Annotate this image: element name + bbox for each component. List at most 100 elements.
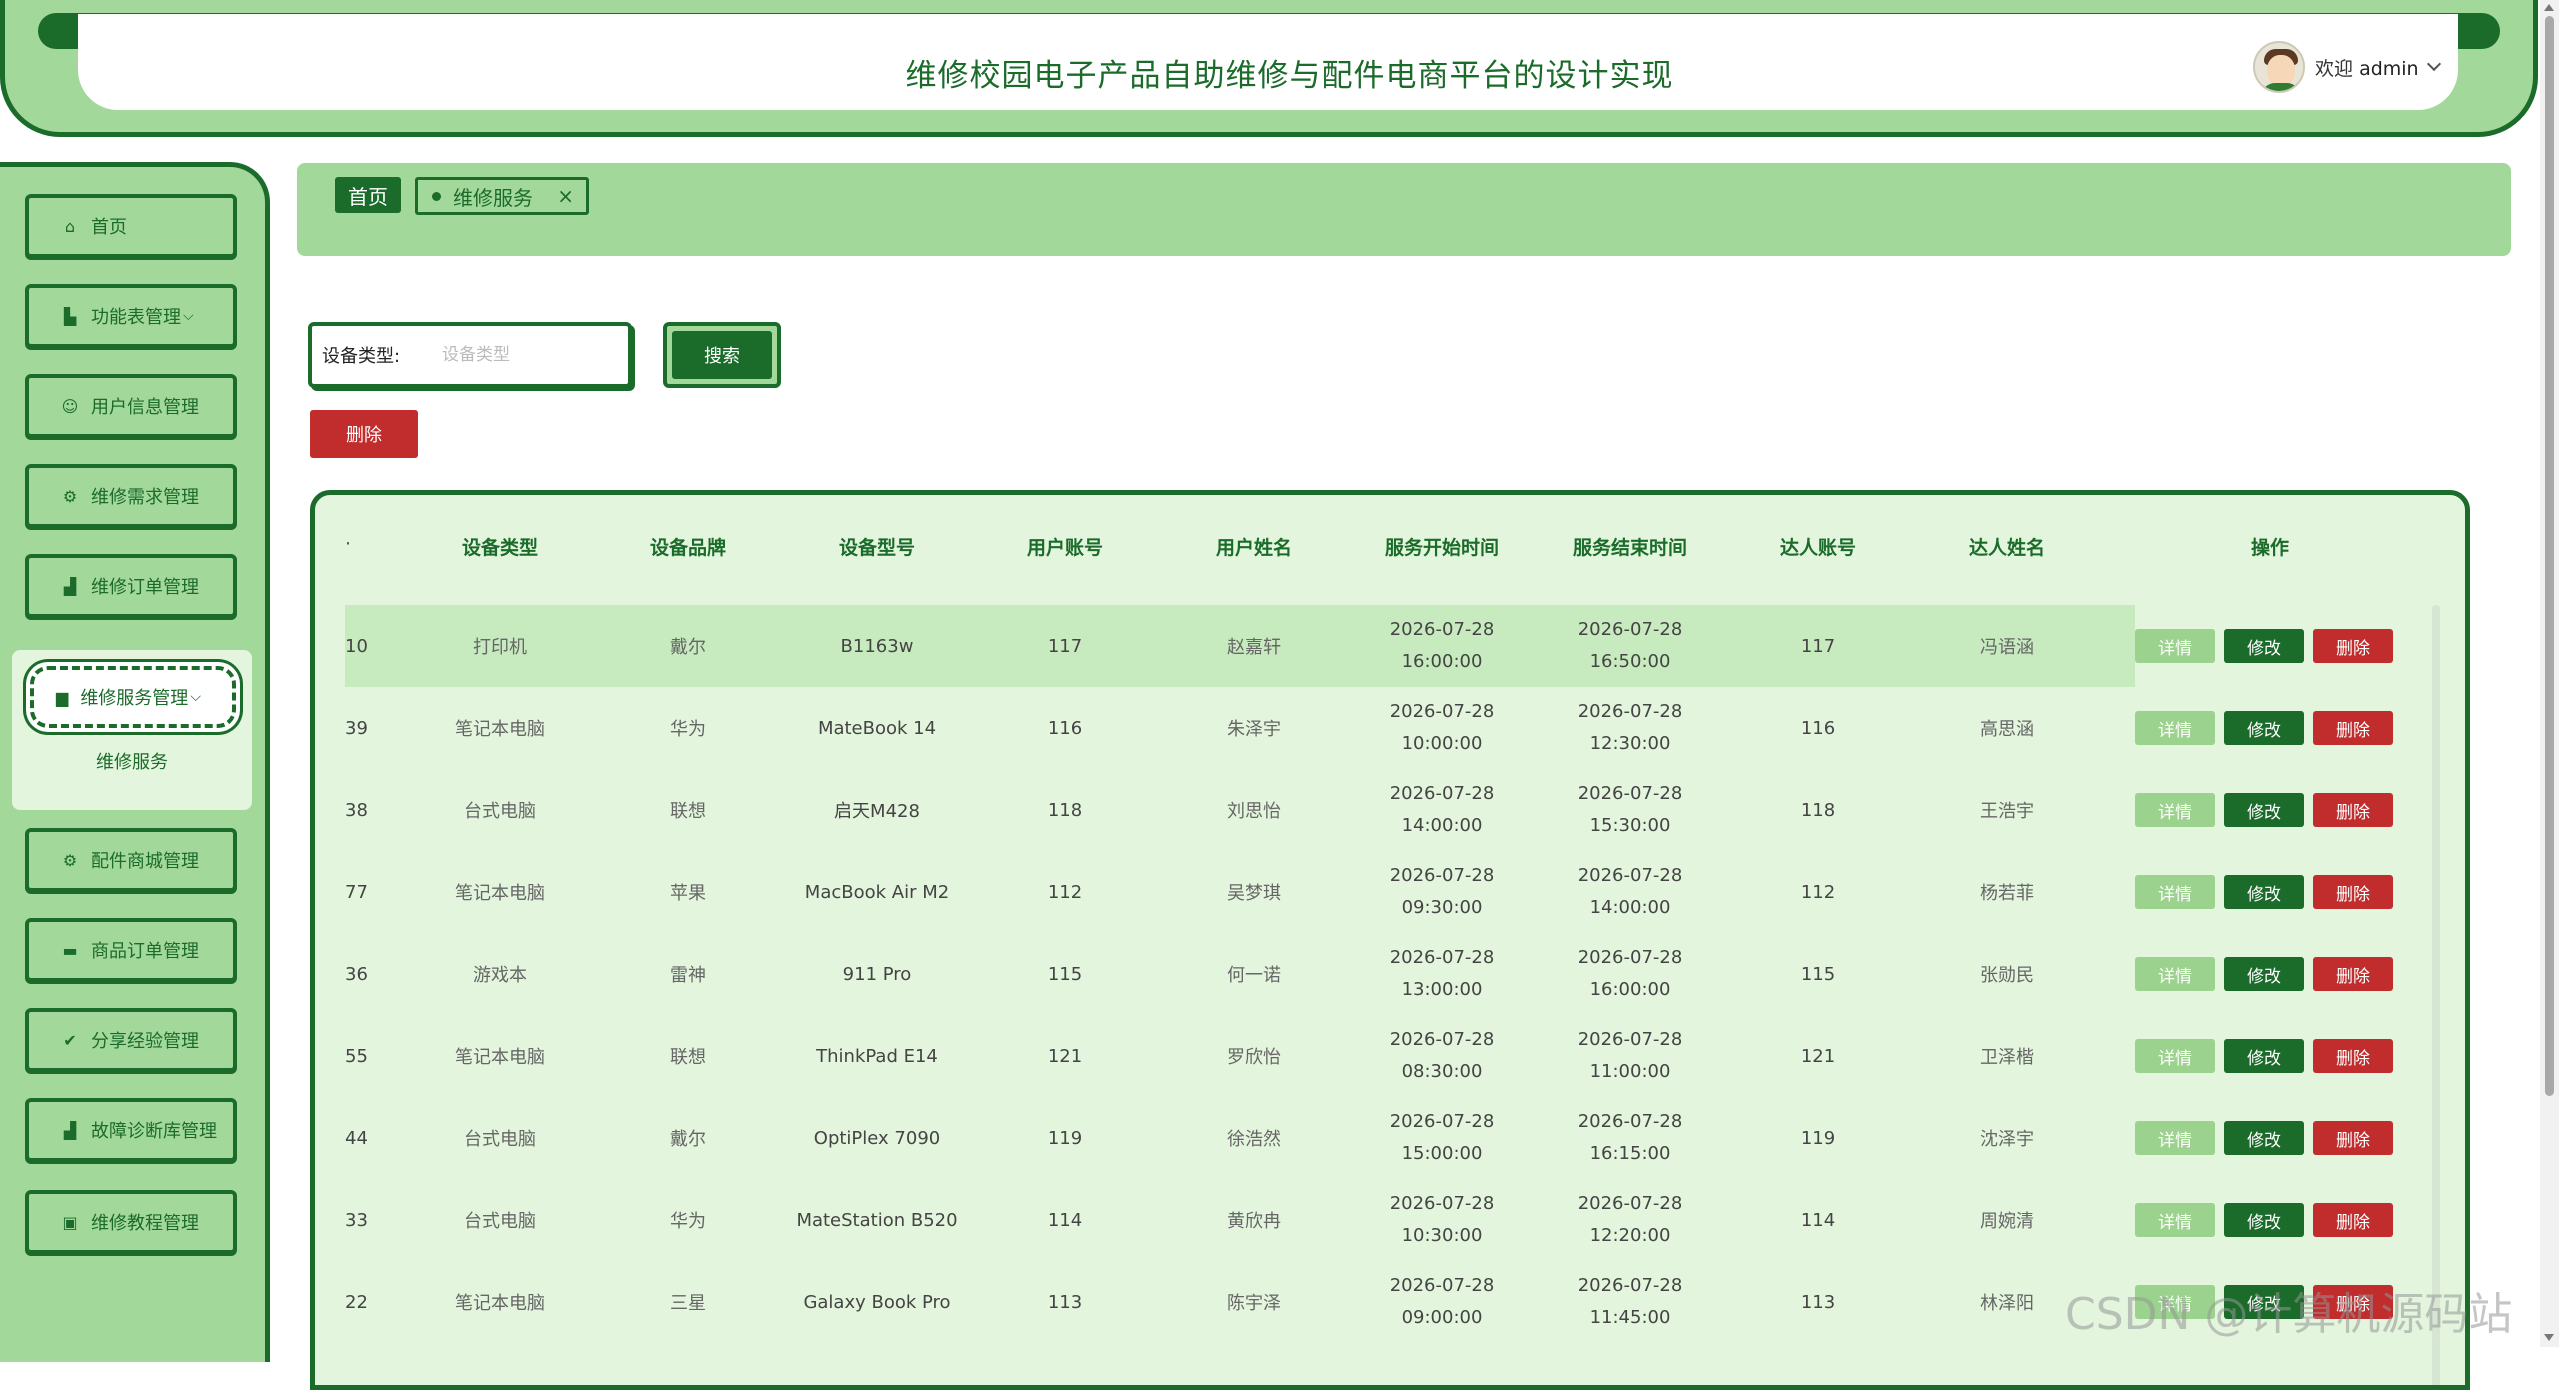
delete-button[interactable]: 删除 [2313,1203,2393,1237]
sidebar-item-repair-demand[interactable]: ⚙ 维修需求管理 [25,464,237,528]
table-cell-start: 2026-07-28 15:00:00 [1389,1111,1495,1164]
table-cell-model: Galaxy Book Pro [803,1291,951,1313]
column-header[interactable]: 设备类型 [462,533,538,560]
edit-button[interactable]: 修改 [2224,629,2304,663]
column-header[interactable]: 达人姓名 [1969,533,2045,560]
delete-button[interactable]: 删除 [2313,793,2393,827]
edit-button[interactable]: 修改 [2224,1039,2304,1073]
scroll-down-icon[interactable] [2544,1334,2554,1341]
column-header[interactable]: 操作 [2251,533,2289,560]
edit-button[interactable]: 修改 [2224,957,2304,991]
column-header[interactable]: 设备品牌 [650,533,726,560]
detail-button[interactable]: 详情 [2135,629,2215,663]
search-button[interactable]: 搜索 [663,322,781,388]
search-input[interactable] [442,345,612,365]
chevron-down-icon[interactable] [2426,56,2441,72]
table-cell-eacc: 118 [1800,799,1836,821]
sidebar-item-label: 维修教程管理 [91,1213,199,1234]
sidebar-item-repair-service[interactable]: ▆ 维修服务管理 ⌵ [30,666,236,728]
table-cell-uname: 何一诺 [1227,965,1281,986]
sidebar-item-label: 分享经验管理 [91,1031,199,1052]
detail-button[interactable]: 详情 [2135,1039,2215,1073]
detail-button[interactable]: 详情 [2135,1121,2215,1155]
sidebar-item-parts-mall[interactable]: ⚙ 配件商城管理 [25,828,237,892]
scrollbar-thumb[interactable] [2545,16,2554,1096]
table-cell-ename: 张勋民 [1980,965,2034,986]
user-menu[interactable]: 欢迎 admin [2253,40,2441,94]
edit-button[interactable]: 修改 [2224,875,2304,909]
table-cell-end: 2026-07-28 16:00:00 [1577,947,1683,1000]
tab-repair-service[interactable]: 维修服务 × [415,177,589,215]
table-cell-ename: 林泽阳 [1980,1293,2034,1314]
edit-button[interactable]: 修改 [2224,1203,2304,1237]
edit-button[interactable]: 修改 [2224,711,2304,745]
table-row[interactable]: 77 笔记本电脑 苹果 MacBook Air M2 112 吴梦琪 2026-07-28 … [345,851,2393,933]
cart-icon: ▟ [63,1120,77,1140]
table-cell-uacc: 116 [1047,717,1083,739]
delete-button[interactable]: 删除 [2313,957,2393,991]
delete-button[interactable]: 删除 [2313,1121,2393,1155]
table-row[interactable]: 33 台式电脑 华为 MateStation B520 114 黄欣冉 2026-07-28… [345,1179,2393,1261]
scroll-up-icon[interactable] [2544,4,2554,11]
column-header[interactable]: 用户姓名 [1216,533,1292,560]
table-cell-uname: 罗欣怡 [1227,1047,1281,1068]
table-cell-uname: 朱泽宇 [1227,719,1281,740]
table-row[interactable]: 55 笔记本电脑 联想 ThinkPad E14 121 罗欣怡 2026-07-28 08… [345,1015,2393,1097]
table-row[interactable]: 44 台式电脑 戴尔 OptiPlex 7090 119 徐浩然 2026-07-28 15… [345,1097,2393,1179]
detail-button[interactable]: 详情 [2135,1203,2215,1237]
table-cell-eacc: 116 [1800,717,1836,739]
table-cell-eacc: 121 [1800,1045,1836,1067]
delete-button[interactable]: 删除 [2313,629,2393,663]
column-header[interactable]: 服务结束时间 [1573,533,1687,560]
edit-button[interactable]: 修改 [2224,793,2304,827]
edit-button[interactable]: 修改 [2224,1121,2304,1155]
column-header[interactable]: 达人账号 [1780,533,1856,560]
table-cell-uacc: 115 [1047,963,1083,985]
page-scrollbar[interactable] [2540,0,2559,1347]
sidebar-item-function-table[interactable]: ▙ 功能表管理 ⌵ [25,284,237,348]
sidebar-item-home[interactable]: ⌂ 首页 [25,194,237,258]
sidebar-item-fault-diagnosis[interactable]: ▟ 故障诊断库管理 [25,1098,237,1162]
table-cell-id: 77 [345,881,368,903]
detail-button[interactable]: 详情 [2135,875,2215,909]
table-cell-uname: 黄欣冉 [1227,1211,1281,1232]
table-cell-end: 2026-07-28 16:15:00 [1577,1111,1683,1164]
sidebar-item-repair-order[interactable]: ▟ 维修订单管理 [25,554,237,618]
table-row[interactable]: 36 游戏本 雷神 911 Pro 115 何一诺 2026-07-28 13:00:00 2… [345,933,2393,1015]
column-header[interactable]: 用户账号 [1027,533,1103,560]
table-cell-uname: 陈宇泽 [1227,1293,1281,1314]
column-header[interactable]: 设备型号 [839,533,915,560]
user-icon: ☺ [61,396,79,416]
delete-button[interactable]: 删除 [2313,875,2393,909]
tab-home[interactable]: 首页 [335,177,401,213]
sidebar-subitem-repair-service[interactable]: 维修服务 [12,748,252,774]
delete-button[interactable]: 删除 [2313,711,2393,745]
close-icon[interactable]: × [557,184,574,208]
table-row[interactable]: 39 笔记本电脑 华为 MateBook 14 116 朱泽宇 2026-07-28 10:… [345,687,2393,769]
check-icon: ✔ [63,1030,77,1050]
sidebar-item-user-info[interactable]: ☺ 用户信息管理 [25,374,237,438]
table-cell-ename: 卫泽楷 [1980,1047,2034,1068]
table-cell-eacc: 114 [1800,1209,1836,1231]
table-scrollbar[interactable] [2432,605,2440,1385]
table-row[interactable]: 10 打印机 戴尔 B1163w 117 赵嘉轩 2026-07-28 16:00:00 20… [345,605,2393,687]
sidebar-item-label: 故障诊断库管理 [91,1121,217,1142]
table-cell-start: 2026-07-28 10:00:00 [1389,701,1495,754]
table-cell-start: 2026-07-28 08:30:00 [1389,1029,1495,1082]
sidebar-item-product-order[interactable]: ▬ 商品订单管理 [25,918,237,982]
sidebar-item-share-experience[interactable]: ✔ 分享经验管理 [25,1008,237,1072]
table-cell-model: 911 Pro [842,963,912,985]
batch-delete-button[interactable]: 删除 [310,410,418,458]
table-row[interactable]: 22 笔记本电脑 三星 Galaxy Book Pro 113 陈宇泽 2026-07-28… [345,1261,2393,1343]
table-cell-start: 2026-07-28 14:00:00 [1389,783,1495,836]
detail-button[interactable]: 详情 [2135,793,2215,827]
table-cell-id: 55 [345,1045,368,1067]
table-cell-uacc: 114 [1047,1209,1083,1231]
table-row[interactable]: 38 台式电脑 联想 启天M428 118 刘思怡 2026-07-28 14:00:00 2… [345,769,2393,851]
sidebar-item-repair-tutorial[interactable]: ▣ 维修教程管理 [25,1190,237,1254]
detail-button[interactable]: 详情 [2135,711,2215,745]
column-header[interactable]: 服务开始时间 [1385,533,1499,560]
detail-button[interactable]: 详情 [2135,957,2215,991]
column-header[interactable]: · [345,533,351,555]
delete-button[interactable]: 删除 [2313,1039,2393,1073]
